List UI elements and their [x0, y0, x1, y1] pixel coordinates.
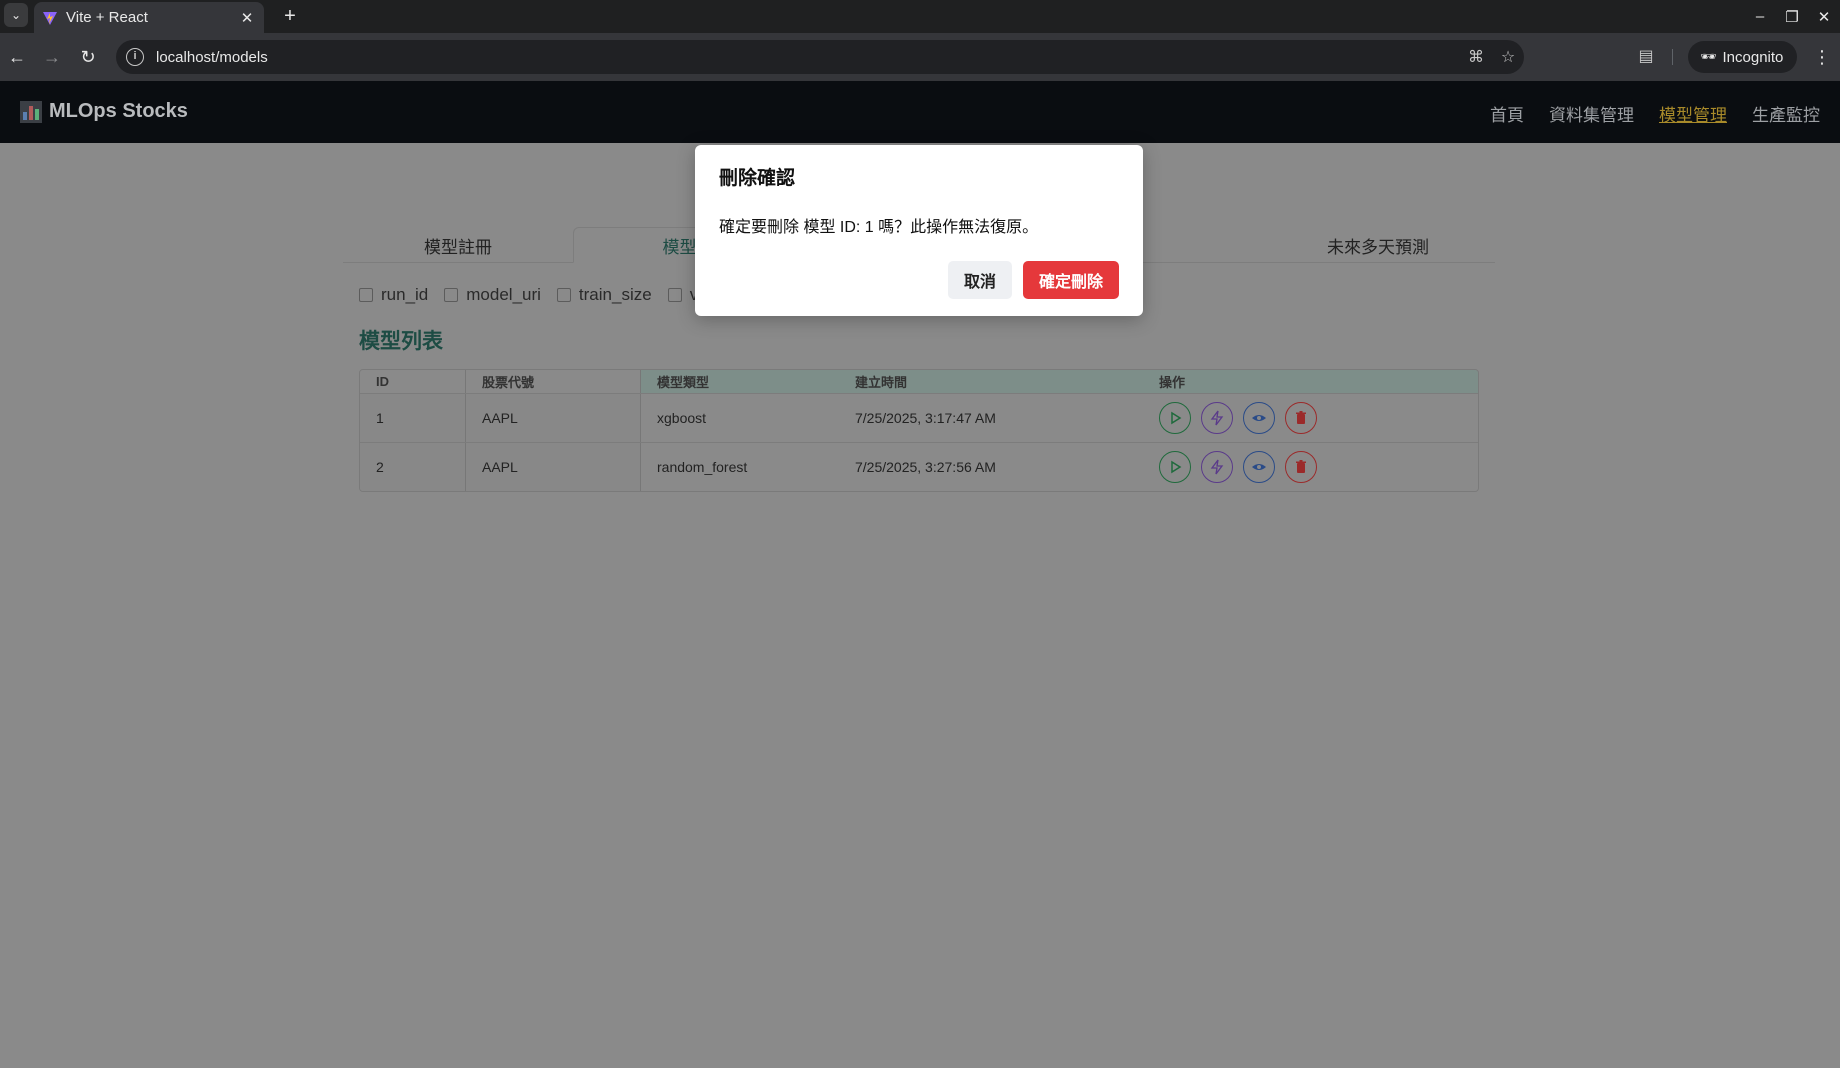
trash-icon[interactable]: [1285, 402, 1317, 434]
header-ticker[interactable]: 股票代號: [466, 370, 641, 393]
header-id[interactable]: ID: [360, 370, 466, 393]
cell-created: 7/25/2025, 3:17:47 AM: [855, 394, 1159, 442]
incognito-label: Incognito: [1722, 48, 1784, 66]
vite-logo-icon: [43, 11, 57, 25]
models-table: ID 股票代號 模型類型 建立時間 操作 1 AAPL xgboost 7/25…: [359, 369, 1479, 492]
tab-title: Vite + React: [66, 9, 148, 26]
app-header: MLOps Stocks 首頁 資料集管理 模型管理 生產監控: [0, 81, 1840, 143]
play-icon[interactable]: [1159, 402, 1191, 434]
cell-model-type: random_forest: [641, 443, 855, 491]
cell-id: 1: [360, 394, 466, 442]
lightning-icon[interactable]: [1201, 402, 1233, 434]
toggle-label: train_size: [578, 285, 652, 304]
chart-logo-icon: [20, 100, 42, 123]
new-tab-button[interactable]: +: [278, 4, 302, 28]
confirm-delete-button[interactable]: 確定刪除: [1023, 261, 1119, 299]
cancel-button[interactable]: 取消: [948, 261, 1012, 299]
cell-model-type: xgboost: [641, 394, 855, 442]
header-created[interactable]: 建立時間: [855, 370, 1159, 393]
site-info-icon[interactable]: i: [126, 48, 144, 66]
translate-icon[interactable]: ⌘: [1460, 47, 1492, 67]
tab-search-button[interactable]: ⌄: [4, 3, 28, 27]
tab-model-register[interactable]: 模型註冊: [343, 227, 573, 263]
cell-ticker: AAPL: [466, 443, 641, 491]
trash-icon[interactable]: [1285, 451, 1317, 483]
window-controls: – ❐ ✕: [1744, 0, 1840, 33]
browser-tab[interactable]: Vite + React ✕: [34, 2, 264, 33]
eye-icon[interactable]: [1243, 402, 1275, 434]
table-row: 2 AAPL random_forest 7/25/2025, 3:27:56 …: [360, 442, 1478, 491]
browser-toolbar: ← → ↻ i localhost/models ⌘ ☆ ▤ 🕶 Incogni…: [0, 33, 1840, 81]
toggle-v[interactable]: v: [667, 285, 698, 305]
toggle-label: model_uri: [466, 285, 541, 304]
lightning-icon[interactable]: [1201, 451, 1233, 483]
cell-created: 7/25/2025, 3:27:56 AM: [855, 443, 1159, 491]
cell-actions: [1159, 394, 1478, 442]
delete-confirm-dialog: 刪除確認 確定要刪除 模型 ID: 1 嗎？此操作無法復原。 取消 確定刪除: [695, 145, 1143, 316]
checkbox[interactable]: [667, 288, 682, 302]
brand-name: MLOps Stocks: [49, 100, 188, 122]
toggle-run-id[interactable]: run_id: [359, 285, 428, 305]
forward-icon[interactable]: →: [40, 45, 64, 69]
tab-multi-day-forecast[interactable]: 未來多天預測: [1263, 227, 1493, 263]
close-window-icon[interactable]: ✕: [1808, 8, 1840, 26]
checkbox[interactable]: [359, 288, 373, 302]
reload-icon[interactable]: ↻: [76, 45, 100, 69]
browser-tab-strip: ⌄ Vite + React ✕ + – ❐ ✕: [0, 0, 1840, 33]
top-nav: 首頁 資料集管理 模型管理 生產監控: [1490, 101, 1820, 126]
browser-menu-icon[interactable]: ⋮: [1810, 45, 1834, 69]
section-title: 模型列表: [359, 330, 443, 353]
table-header: ID 股票代號 模型類型 建立時間 操作: [360, 370, 1478, 393]
nav-models[interactable]: 模型管理: [1659, 101, 1727, 126]
checkbox[interactable]: [556, 288, 571, 302]
nav-home[interactable]: 首頁: [1490, 101, 1524, 126]
dialog-message: 確定要刪除 模型 ID: 1 嗎？此操作無法復原。: [719, 219, 1039, 236]
incognito-icon: 🕶: [1700, 49, 1717, 64]
brand[interactable]: MLOps Stocks: [20, 100, 188, 123]
toolbar-divider: [1672, 49, 1673, 65]
close-tab-icon[interactable]: ✕: [238, 9, 256, 27]
toggle-model-uri[interactable]: model_uri: [444, 285, 541, 305]
table-row: 1 AAPL xgboost 7/25/2025, 3:17:47 AM: [360, 393, 1478, 442]
play-icon[interactable]: [1159, 451, 1191, 483]
toggle-label: run_id: [381, 285, 429, 304]
cell-actions: [1159, 443, 1478, 491]
restore-icon[interactable]: ❐: [1776, 8, 1808, 26]
cell-id: 2: [360, 443, 466, 491]
minimize-icon[interactable]: –: [1744, 8, 1776, 25]
url-text[interactable]: localhost/models: [156, 49, 1460, 66]
back-icon[interactable]: ←: [5, 45, 29, 69]
column-toggles: run_id model_uri train_size v: [359, 285, 698, 305]
nav-monitoring[interactable]: 生產監控: [1752, 101, 1820, 126]
side-panel-icon[interactable]: ▤: [1634, 45, 1658, 69]
header-model-type[interactable]: 模型類型: [641, 370, 855, 393]
eye-icon[interactable]: [1243, 451, 1275, 483]
nav-datasets[interactable]: 資料集管理: [1549, 101, 1634, 126]
bookmark-star-icon[interactable]: ☆: [1492, 47, 1524, 67]
dialog-title: 刪除確認: [719, 168, 796, 189]
cell-ticker: AAPL: [466, 394, 641, 442]
incognito-badge[interactable]: 🕶 Incognito: [1688, 41, 1798, 73]
checkbox[interactable]: [444, 288, 459, 302]
header-actions: 操作: [1159, 370, 1478, 393]
toggle-train-size[interactable]: train_size: [556, 285, 652, 305]
address-bar[interactable]: i localhost/models ⌘ ☆: [116, 40, 1524, 74]
